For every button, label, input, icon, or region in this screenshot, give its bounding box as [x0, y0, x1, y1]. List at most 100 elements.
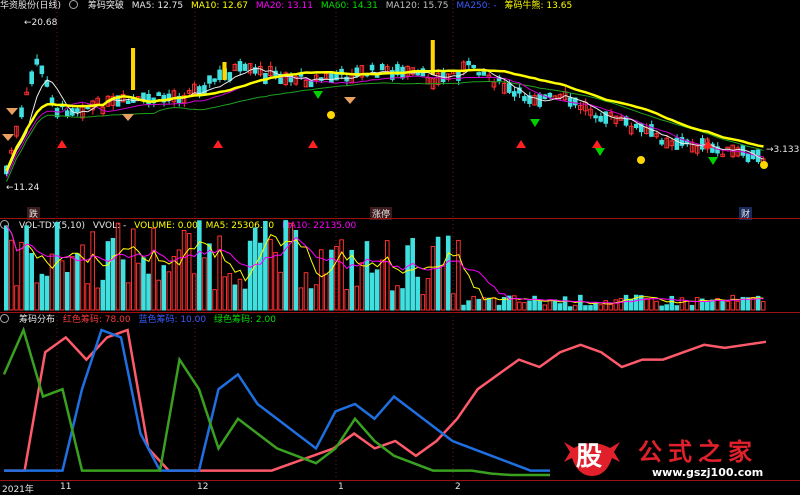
candle-body: [227, 72, 233, 81]
watermark-text: 公式之家: [638, 438, 758, 466]
volume-bar: [532, 295, 537, 311]
watermark-url: www.gszj100.com: [652, 466, 764, 479]
volume-bar: [64, 272, 70, 311]
volume-bar: [9, 239, 14, 311]
volume-bar: [252, 227, 258, 311]
candle-body: [64, 110, 70, 117]
candle-body: [39, 65, 45, 75]
volume-bar: [181, 229, 187, 311]
volume-bar: [293, 230, 299, 311]
candle-body: [466, 60, 471, 66]
volume-bar: [283, 220, 288, 311]
candle-body: [476, 72, 482, 76]
volume-bar: [430, 245, 436, 311]
volume-bar: [527, 300, 532, 311]
candle-body: [125, 100, 131, 105]
volume-bar: [491, 297, 497, 311]
highlight-candle: [131, 48, 136, 90]
volume-bar: [425, 278, 431, 311]
volume-bar: [59, 260, 65, 311]
volume-bar: [222, 276, 228, 311]
chip-diamond-marker: [122, 114, 134, 121]
candle-body: [329, 73, 334, 84]
volume-bar: [34, 282, 40, 311]
volume-bar: [537, 300, 542, 311]
chip-diamond-marker: [6, 108, 18, 115]
candle-body: [415, 72, 421, 76]
volume-bar: [517, 301, 522, 311]
volume-bar: [197, 220, 202, 311]
volume-bar: [39, 273, 45, 311]
volume-bar: [288, 222, 294, 311]
volume-bar: [105, 241, 111, 311]
volume-bar: [232, 284, 238, 311]
volume-bar: [136, 262, 141, 311]
price-candles: [4, 40, 766, 176]
volume-bar: [379, 259, 385, 311]
buy-signal-triangle: [516, 140, 526, 148]
volume-bar: [644, 298, 649, 311]
volume-bar: [80, 244, 85, 311]
volume-bar: [578, 294, 583, 311]
candle-body: [674, 137, 680, 150]
volume-bar: [557, 303, 563, 311]
volume-bar: [466, 300, 471, 311]
volume-bar: [308, 288, 314, 311]
watermark-logo: 股 公式之家 www.gszj100.com: [560, 438, 785, 480]
candle-body: [237, 61, 243, 72]
candle-body: [633, 123, 639, 129]
volume-bar: [120, 259, 126, 311]
candle-body: [242, 63, 248, 71]
volume-bar: [572, 304, 578, 311]
volume-bar: [217, 235, 222, 311]
signal-dot: [327, 111, 335, 119]
volume-bar: [390, 290, 395, 311]
volume-bar: [115, 222, 121, 311]
volume-bar: [354, 285, 360, 311]
volume-bar: [471, 295, 476, 311]
candle-body: [593, 115, 598, 119]
volume-bar: [664, 304, 669, 311]
candle-body: [19, 107, 24, 118]
volume-bar: [623, 294, 629, 311]
volume-bar: [151, 227, 156, 311]
chart-canvas[interactable]: [0, 0, 800, 494]
buy-signal-triangle: [213, 140, 223, 148]
candle-body: [659, 139, 664, 145]
candle-body: [506, 83, 512, 93]
signal-dot: [637, 156, 645, 164]
volume-bar: [593, 302, 598, 311]
volume-bar: [415, 276, 421, 311]
volume-bar: [598, 304, 603, 311]
volume-bar: [542, 304, 548, 311]
candle-body: [75, 108, 80, 113]
volume-bar: [171, 256, 177, 311]
volume-bar: [237, 278, 243, 311]
volume-bar: [588, 305, 593, 311]
volume-bar: [227, 273, 233, 311]
volume-bar: [405, 245, 410, 311]
volume-bar: [19, 241, 24, 311]
volume-bar: [14, 285, 19, 311]
volume-bar: [125, 282, 131, 311]
volume-bar: [95, 287, 101, 311]
volume-bar: [344, 289, 349, 311]
signal-dot: [760, 161, 768, 169]
volume-bar: [24, 225, 29, 311]
ma5-line: [6, 67, 764, 174]
volume-bar: [90, 231, 95, 311]
volume-bar: [603, 300, 609, 311]
volume-bar: [29, 252, 34, 311]
watermark-char: 股: [576, 442, 603, 472]
candle-body: [522, 96, 527, 102]
volume-bar: [522, 302, 527, 311]
candle-body: [471, 65, 476, 69]
volume-bar: [4, 225, 9, 311]
volume-bar: [85, 283, 90, 311]
volume-bar: [735, 300, 741, 311]
volume-bar: [161, 265, 167, 311]
volume-bar: [278, 271, 283, 311]
sell-signal-triangle: [530, 119, 540, 127]
volume-bar: [186, 233, 192, 311]
volume-bar: [476, 298, 482, 311]
